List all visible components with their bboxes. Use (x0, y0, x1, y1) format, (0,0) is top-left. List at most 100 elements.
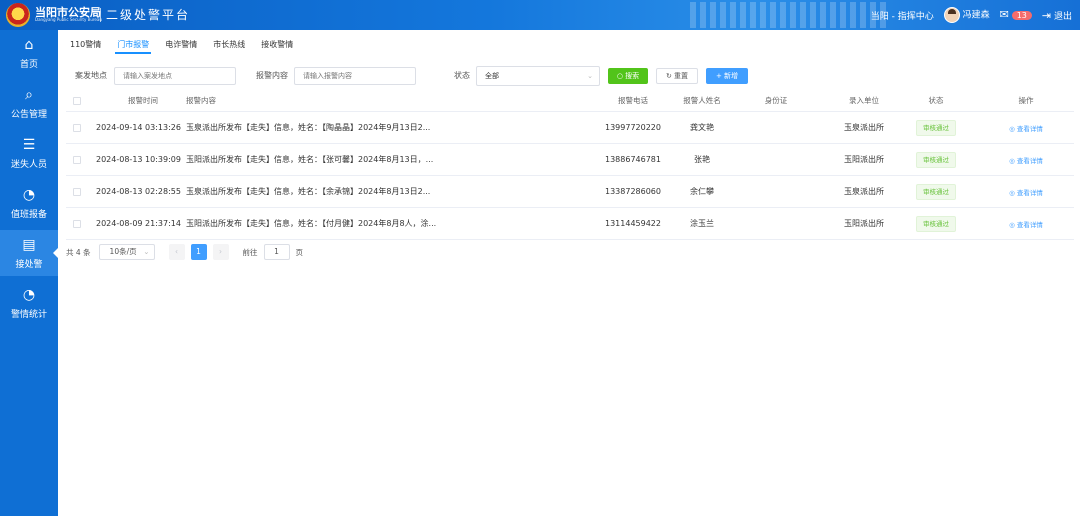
report-phone: 13886746781 (605, 155, 661, 164)
content-label: 报警内容 (256, 71, 288, 80)
report-time: 2024-08-13 02:28:55 (96, 187, 181, 196)
tab-110[interactable]: 110警情 (62, 38, 109, 54)
tab-mayor-hotline[interactable]: 市长热线 (205, 38, 253, 54)
table-row: 2024-08-13 02:28:55 玉泉派出所发布【走失】信息，姓名：【余承… (66, 176, 1074, 208)
avatar (943, 7, 960, 23)
report-content: 玉泉派出所发布【走失】信息，姓名：【陶晶晶】2024年9月13日2... (186, 123, 431, 132)
column-header: 状态 (928, 96, 944, 105)
view-details-link[interactable]: ◎ 查看详情 (986, 208, 1066, 239)
report-phone: 13387286060 (605, 187, 661, 196)
mail-icon: ✉ (999, 8, 1009, 21)
report-time: 2024-08-13 10:39:09 (96, 155, 181, 164)
view-details-link[interactable]: ◎ 查看详情 (986, 144, 1066, 175)
org-name-en: Dangyang Public Security Bureau (35, 17, 102, 22)
sidebar-item-missing-persons[interactable]: ☰ 迷失人员 (0, 130, 58, 176)
search-icon: ○ (616, 72, 623, 80)
table-row: 2024-09-14 03:13:26 玉泉派出所发布【走失】信息，姓名：【陶晶… (66, 112, 1074, 144)
entry-unit: 玉泉派出所 (844, 187, 884, 196)
header-divider (100, 8, 101, 22)
messages-button[interactable]: ✉ 13 (1000, 8, 1032, 22)
sidebar-item-home[interactable]: ⌂ 首页 (0, 30, 58, 76)
status-label: 状态 (454, 71, 470, 80)
id-card (736, 208, 816, 239)
row-checkbox[interactable] (73, 176, 81, 207)
eye-icon: ◎ (1009, 220, 1017, 229)
list-icon: ☰ (22, 137, 36, 153)
status-badge: 审核通过 (906, 144, 966, 175)
goto-page-input[interactable]: 1 (263, 244, 290, 260)
id-card (736, 176, 816, 207)
status-badge: 审核通过 (906, 208, 966, 239)
status-select[interactable]: 全部 ⌄ (476, 66, 600, 86)
user-menu[interactable]: 冯建森 (943, 7, 990, 23)
total-count: 共 4 条 (66, 247, 91, 257)
tab-telecom-fraud[interactable]: 电诈警情 (157, 38, 205, 54)
column-header: 报警电话 (618, 96, 648, 105)
sidebar-item-announcements[interactable]: ⌕ 公告管理 (0, 80, 58, 126)
column-header: 操作 (1018, 96, 1034, 105)
add-button[interactable]: + 新增 (706, 68, 748, 84)
page-number-current[interactable]: 1 (190, 244, 207, 260)
pagination: 共 4 条 10条/页 ⌄ ‹ 1 › 前往 1 页 (66, 244, 303, 260)
report-content: 玉阳派出所发布【走失】信息，姓名：【张可馨】2024年8月13日，... (186, 155, 434, 164)
report-content: 玉泉派出所发布【走失】信息，姓名：【余承锦】2024年8月13日2... (186, 187, 431, 196)
row-checkbox[interactable] (73, 144, 81, 175)
entry-unit: 玉阳派出所 (844, 155, 884, 164)
row-checkbox[interactable] (73, 112, 81, 143)
column-header: 录入单位 (849, 96, 879, 105)
report-table: 报警时间 报警内容 报警电话 报警人姓名 身份证 录入单位 状态 操作 2024… (66, 90, 1074, 240)
view-details-link[interactable]: ◎ 查看详情 (986, 176, 1066, 207)
tab-walk-in-report[interactable]: 门市报警 (109, 38, 157, 54)
entry-unit: 玉泉派出所 (844, 123, 884, 132)
prev-page-button[interactable]: ‹ (168, 244, 185, 260)
chevron-down-icon: ⌄ (587, 72, 593, 80)
row-checkbox[interactable] (73, 208, 81, 239)
pie-icon: ◔ (22, 187, 36, 203)
reporter-name: 龚文艳 (690, 123, 714, 132)
reporter-name: 余仁攀 (690, 187, 714, 196)
message-count-badge: 13 (1011, 11, 1032, 20)
reset-button[interactable]: ↻ 重置 (656, 68, 698, 84)
eye-icon: ◎ (1009, 124, 1017, 133)
report-time: 2024-08-09 21:37:14 (96, 219, 181, 228)
refresh-icon: ↻ (665, 72, 672, 80)
eye-icon: ◎ (1009, 188, 1017, 197)
tab-bar: 110警情 门市报警 电诈警情 市长热线 接收警情 (62, 38, 301, 54)
column-header: 报警人姓名 (683, 96, 721, 105)
report-time: 2024-09-14 03:13:26 (96, 123, 181, 132)
document-icon: ▤ (22, 237, 36, 253)
table-row: 2024-08-09 21:37:14 玉阳派出所发布【走失】信息，姓名：【付月… (66, 208, 1074, 240)
goto-label: 前往 (242, 247, 258, 257)
content-input[interactable] (294, 67, 416, 85)
reporter-name: 张艳 (694, 155, 710, 164)
sidebar-item-statistics[interactable]: ◔ 警情统计 (0, 280, 58, 326)
tab-received[interactable]: 接收警情 (253, 38, 301, 54)
sidebar-item-duty-report[interactable]: ◔ 值班报备 (0, 180, 58, 226)
sidebar-item-label: 首页 (19, 60, 38, 70)
location-label: 当阳 - 指挥中心 (870, 11, 934, 22)
column-header: 身份证 (764, 96, 788, 105)
report-content: 玉阳派出所发布【走失】信息，姓名：【付月健】2024年8月8人，涂... (186, 219, 437, 228)
pie-icon: ◔ (22, 287, 36, 303)
location-input[interactable] (114, 67, 236, 85)
table-row: 2024-08-13 10:39:09 玉阳派出所发布【走失】信息，姓名：【张可… (66, 144, 1074, 176)
police-badge-logo (6, 3, 30, 27)
sidebar-item-dispatch[interactable]: ▤ 接处警 (0, 230, 58, 276)
logout-button[interactable]: ⇥ 退出 (1042, 9, 1072, 22)
select-all-checkbox[interactable] (73, 90, 81, 111)
id-card (736, 144, 816, 175)
plus-icon: + (715, 72, 722, 80)
report-phone: 13997720220 (605, 123, 661, 132)
user-name: 冯建森 (962, 10, 990, 21)
logout-label: 退出 (1053, 11, 1072, 22)
logout-icon: ⇥ (1041, 8, 1052, 22)
next-page-button[interactable]: › (212, 244, 229, 260)
page-size-select[interactable]: 10条/页 ⌄ (98, 244, 155, 260)
id-card (736, 112, 816, 143)
top-header: 当阳市公安局 Dangyang Public Security Bureau 二… (0, 0, 1080, 30)
page-size-value: 10条/页 (109, 247, 137, 256)
sidebar-item-label: 警情统计 (10, 310, 47, 320)
search-button[interactable]: ○ 搜索 (608, 68, 648, 84)
view-details-link[interactable]: ◎ 查看详情 (986, 112, 1066, 143)
filter-bar: 案发地点 报警内容 状态 全部 ⌄ ○ 搜索 ↻ 重置 + 新增 (58, 66, 1080, 86)
